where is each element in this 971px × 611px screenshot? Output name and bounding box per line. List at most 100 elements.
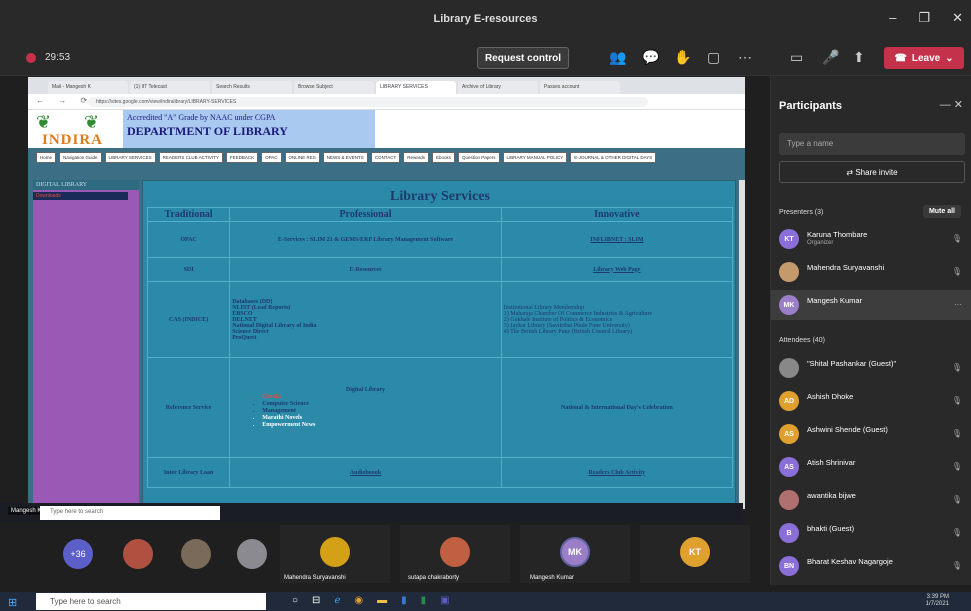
shared-screen: Mail - Mangesh K (1) IIT Telecast Search R… (28, 77, 745, 509)
participant-name: Ashwini Shende (Guest) (807, 425, 888, 434)
clock[interactable]: 3:39 PM 1/7/2021 (926, 594, 949, 608)
share-icon[interactable]: ⬆ (853, 49, 865, 66)
indira-logo: ❦ ❦ INDIRA (34, 112, 122, 148)
participant-row[interactable]: AS Atish Shrinivar 🎙 (771, 452, 971, 482)
sidebar-digital-library[interactable]: DIGITAL LIBRARY (33, 180, 139, 190)
site-nav-item[interactable]: Question Papers (458, 152, 500, 163)
site-nav-item[interactable]: Ebooks (432, 152, 456, 163)
naac-banner: Accredited "A" Grade by NAAC under CGPA … (123, 110, 375, 148)
close-icon[interactable]: ✕ (952, 10, 963, 26)
site-nav-item[interactable]: CONTACT (370, 152, 401, 163)
mic-muted-icon: 🎙 (951, 462, 962, 471)
excel-icon[interactable]: ▮ (421, 595, 427, 606)
taskbar-apps: ○ ⊟ ℯ ◉ ▬ ▮ ▮ ▣ (292, 595, 450, 606)
browser-tab[interactable]: Archive of Library (458, 81, 538, 94)
participant-row[interactable]: AD Ashish Dhoke 🎙 (771, 386, 971, 416)
digital-item[interactable]: Empowerment News (262, 422, 499, 428)
explorer-icon[interactable]: ▬ (377, 595, 387, 606)
windows-start-icon[interactable]: ⊞ (8, 596, 17, 609)
cell-webpage[interactable]: Library Web Page (500, 257, 734, 282)
sidebar-downloads[interactable]: Downloads (33, 192, 128, 200)
site-nav-item[interactable]: Home (36, 152, 57, 163)
site-nav-item[interactable]: ONLINE RES (284, 152, 320, 163)
participant-row[interactable]: KT Karuna Thombare Organizer 🎙 (771, 224, 971, 254)
overflow-tile[interactable]: +36 (60, 525, 96, 583)
mic-icon[interactable]: 🎤 (822, 49, 839, 66)
participant-row[interactable]: Mahendra Suryavanshi 🎙 (771, 257, 971, 287)
participants-panel: Participants — ✕ Type a name ⇄ Share inv… (770, 76, 971, 585)
people-icon[interactable]: 👥 (609, 49, 626, 66)
share-invite-button[interactable]: ⇄ Share invite (779, 161, 965, 183)
chrome-icon[interactable]: ◉ (354, 595, 363, 606)
taskview-icon[interactable]: ○ (292, 595, 298, 606)
mute-all-button[interactable]: Mute all (922, 205, 961, 218)
participant-row[interactable]: Bbhakti (Guest) 🎙 (771, 518, 971, 548)
browser-tab[interactable]: Mail - Mangesh K (48, 81, 128, 94)
browser-tab[interactable]: (1) IIT Telecast (130, 81, 210, 94)
participant-row[interactable]: MK Mangesh Kumar ⋯ (771, 290, 971, 320)
site-nav-item[interactable]: LIBRARY MANUAL POLICY (502, 152, 568, 163)
participant-row[interactable]: BN Bharat Keshav Nagargoje 🎙 (771, 551, 971, 581)
participant-row[interactable]: "Shital Pashankar (Guest)" 🎙 (771, 353, 971, 383)
site-nav-item[interactable]: Rewards (403, 152, 429, 163)
rooms-icon[interactable]: ▢ (707, 49, 720, 66)
digital-item[interactable]: Computer Science (262, 401, 499, 407)
cell-reference: Reference Service (146, 357, 231, 458)
cell-eresources[interactable]: E-Resources (229, 257, 502, 282)
participant-search[interactable]: Type a name (779, 133, 965, 155)
request-control-button[interactable]: Request control (477, 47, 569, 69)
panel-controls[interactable]: — ✕ (940, 98, 963, 111)
participant-tile[interactable]: KT (640, 525, 750, 583)
panel-title: Participants (779, 100, 842, 112)
cell-eservices[interactable]: E-Services : SLIM 21 & GEMS/ERP Library … (229, 221, 502, 258)
digital-item[interactable]: Management (262, 408, 499, 414)
browser-tab[interactable]: Search Results (212, 81, 292, 94)
participant-tile[interactable] (232, 525, 272, 583)
teams-icon[interactable]: ▣ (440, 595, 449, 606)
minimize-icon[interactable]: – (889, 10, 896, 26)
browser-nav-icons[interactable]: ← → ⟳ (36, 96, 93, 105)
cell-inflibnet[interactable]: INFLIBNET : SLIM (500, 221, 734, 258)
presenters-header[interactable]: Presenters (3) (779, 209, 823, 216)
page-scrollbar[interactable] (739, 180, 745, 509)
participant-tile[interactable] (118, 525, 158, 583)
site-nav-item[interactable]: NEWS & EVENTS (322, 152, 368, 163)
word-icon[interactable]: ▮ (401, 595, 407, 606)
site-nav-item[interactable]: E-JOURNAL & OTHER DIGITAL DAYS (570, 152, 657, 163)
cell-audiobook[interactable]: Audioboook (229, 457, 502, 488)
site-nav-item[interactable]: READERS CLUB ACTIVITY (158, 152, 223, 163)
site-nav-item[interactable]: OPAC (261, 152, 282, 163)
chat-icon[interactable]: 💬 (642, 49, 659, 66)
browser-tab[interactable]: LIBRARY SERVICES (376, 81, 456, 94)
camera-icon[interactable]: ▭ (790, 49, 803, 66)
cell-ill: Inter Library Loan (146, 457, 231, 488)
digital-item[interactable]: Marathi Novels (262, 415, 499, 421)
section-title: Library Services (390, 189, 490, 204)
edge-icon[interactable]: ℯ (334, 595, 340, 606)
participant-tile[interactable] (176, 525, 216, 583)
browser-tab[interactable]: Passes account (540, 81, 620, 94)
digital-item[interactable]: Ebooks (262, 394, 499, 400)
attendees-header[interactable]: Attendees (40) (779, 337, 825, 344)
participant-name: "Shital Pashankar (Guest)" (807, 359, 897, 368)
participant-tile[interactable]: MK Mangesh Kumar (520, 525, 630, 583)
participant-row[interactable]: AS Ashwini Shende (Guest) 🎙 (771, 419, 971, 449)
participant-row[interactable]: awantika bijwe 🎙 (771, 485, 971, 515)
site-nav-item[interactable]: Navigation Guide (59, 152, 102, 163)
participant-name: Atish Shrinivar (807, 458, 856, 467)
participant-tile[interactable]: sutapa chakraborty (400, 525, 510, 583)
cell-celebration[interactable]: National & International Day's Celebrati… (500, 357, 734, 458)
more-icon[interactable]: ⋯ (738, 49, 752, 66)
widgets-icon[interactable]: ⊟ (312, 595, 320, 606)
cell-readers-club[interactable]: Readers Club Activity (500, 457, 734, 488)
maximize-icon[interactable]: ❐ (918, 10, 930, 26)
cell-databases[interactable]: Databases (DD) NLIST (Lead Reports) EBSC… (229, 281, 502, 358)
reactions-icon[interactable]: ✋ (674, 49, 691, 66)
site-nav-item[interactable]: FEEDBACK (225, 152, 259, 163)
leave-button[interactable]: ☎ Leave ⌄ (884, 47, 964, 69)
url-field[interactable]: https://sites.google.com/view/indiralibr… (88, 97, 648, 107)
site-nav-item[interactable]: LIBRARY SERVICES (104, 152, 156, 163)
windows-search[interactable]: Type here to search (36, 593, 266, 610)
participant-tile[interactable]: Mahendra Suryavanshi (280, 525, 390, 583)
browser-tab[interactable]: Browse Subject (294, 81, 374, 94)
